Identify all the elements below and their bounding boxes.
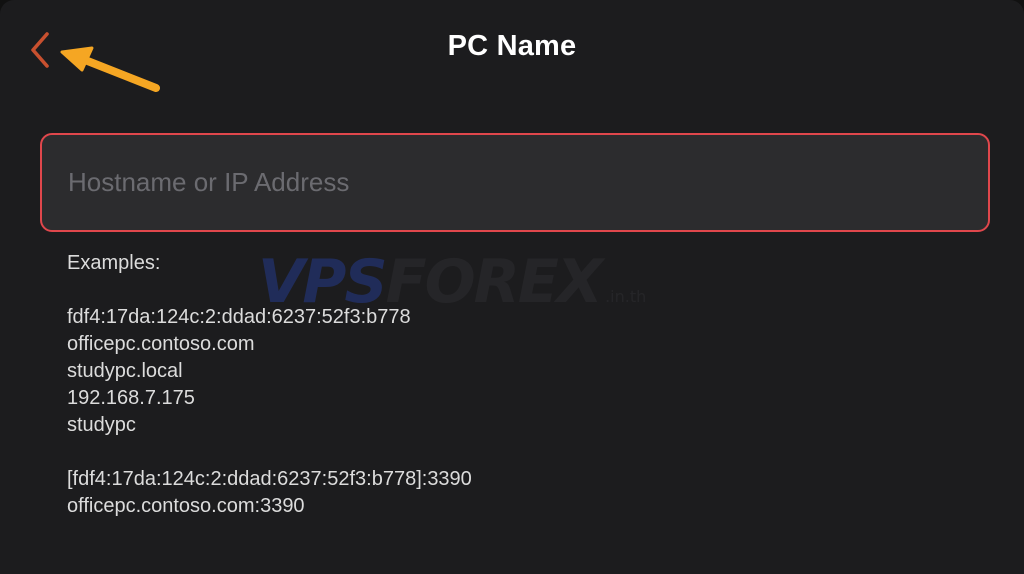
example-item: studypc (67, 414, 136, 436)
hostname-field-container (40, 133, 990, 232)
example-item: 192.168.7.175 (67, 387, 195, 409)
example-item: officepc.contoso.com (67, 333, 255, 355)
pc-name-screen: PC Name VPS FOREX .in.th Examples: fdf4:… (0, 0, 1024, 574)
arrow-annotation-icon (60, 46, 160, 92)
example-item: officepc.contoso.com:3390 (67, 495, 305, 517)
examples-list: Examples: fdf4:17da:124c:2:ddad:6237:52f… (67, 250, 472, 520)
examples-heading: Examples: (67, 252, 161, 274)
example-item: fdf4:17da:124c:2:ddad:6237:52f3:b778 (67, 306, 411, 328)
example-item: studypc.local (67, 360, 183, 382)
example-item: [fdf4:17da:124c:2:ddad:6237:52f3:b778]:3… (67, 468, 472, 490)
hostname-input[interactable] (42, 135, 988, 230)
